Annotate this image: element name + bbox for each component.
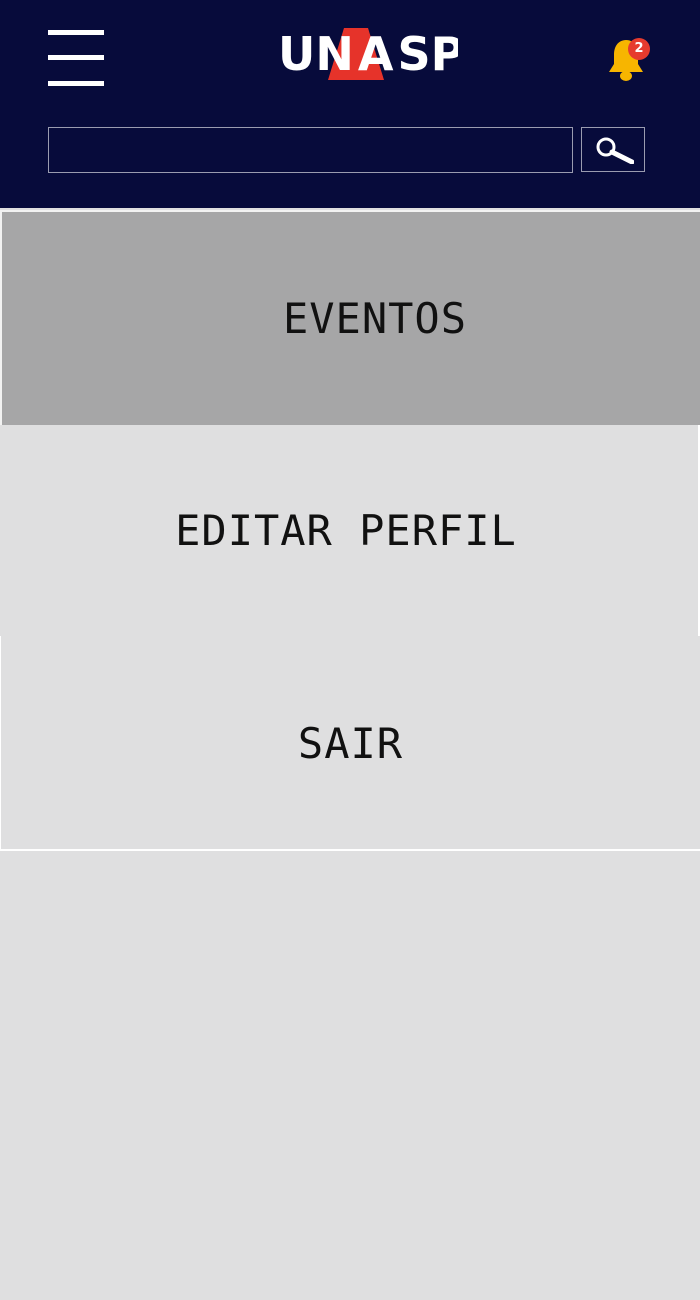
menu-item-eventos[interactable]: EVENTOS bbox=[0, 210, 700, 425]
menu-item-editar-perfil[interactable]: EDITAR PERFIL bbox=[0, 425, 700, 636]
menu-item-sair[interactable]: SAIR bbox=[0, 636, 700, 851]
notification-count-badge: 2 bbox=[628, 38, 650, 60]
app-header: UNASP 2 bbox=[0, 0, 700, 208]
hamburger-menu-icon-bar bbox=[48, 55, 104, 60]
search-button[interactable] bbox=[581, 127, 645, 172]
brand-logo[interactable]: UNASP bbox=[278, 24, 458, 82]
hamburger-menu-button[interactable] bbox=[48, 30, 104, 88]
menu-item-label: EDITAR PERFIL bbox=[175, 506, 517, 555]
logo-text: UNASP bbox=[278, 27, 458, 81]
logo-text-un: UN bbox=[278, 27, 354, 81]
search-input[interactable] bbox=[48, 127, 573, 173]
logo-text-a: A bbox=[358, 27, 394, 81]
magnifier-icon bbox=[596, 137, 634, 164]
menu-item-label: EVENTOS bbox=[282, 294, 467, 343]
logo-text-sp: SP bbox=[397, 27, 458, 81]
menu-item-label: SAIR bbox=[297, 719, 404, 768]
hamburger-menu-icon-bar bbox=[48, 81, 104, 86]
hamburger-menu-icon bbox=[48, 30, 104, 35]
empty-content-area bbox=[0, 853, 700, 1300]
